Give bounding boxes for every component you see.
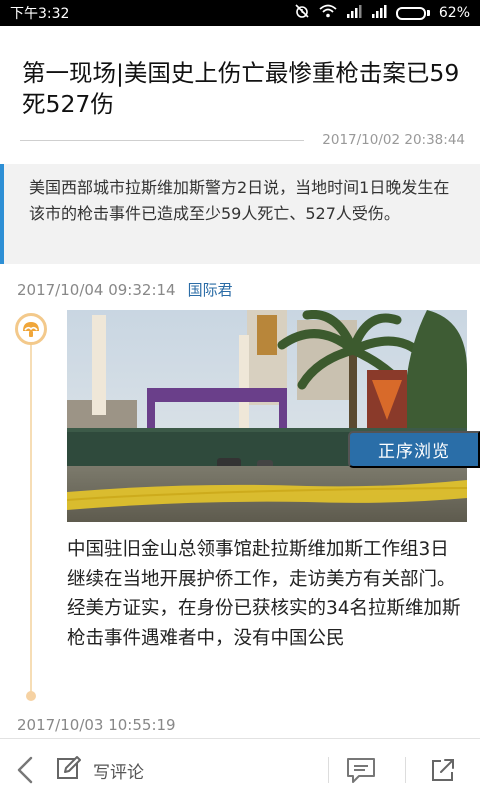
news-photo[interactable] [67,310,467,522]
article-title: 第一现场|美国史上伤亡最惨重枪击案已59死527伤 [22,59,460,118]
entry-author-link[interactable]: 国际君 [188,281,233,299]
pencil-icon [55,754,83,786]
entry-time: 2017/10/03 10:55:19 [17,716,176,734]
status-time: 下午3:32 [10,6,70,22]
entry-time: 2017/10/04 09:32:14 [17,281,176,299]
article-timestamp: 2017/10/02 20:38:44 [322,132,465,148]
comment-icon[interactable] [342,755,380,785]
signal-icon [346,4,362,22]
share-icon[interactable] [425,753,461,787]
title-divider [20,140,304,141]
status-bar: 下午3:32 62% [0,0,480,26]
write-comment-label: 写评论 [93,762,144,783]
battery-percent: 62% [438,5,470,21]
order-toggle-button[interactable]: 正序浏览 [348,431,480,468]
toolbar-divider [405,757,406,783]
news-badge-icon [15,313,47,345]
status-icons: 62% [294,3,470,23]
chevron-left-icon[interactable] [8,749,42,791]
article-summary: 美国西部城市拉斯维加斯警方2日说，当地时间1日晚发生在该市的枪击事件已造成至少5… [0,164,480,264]
timeline-end-dot [26,691,36,701]
wifi-icon [319,4,337,22]
battery-icon [395,6,430,20]
alarm-muted-icon [294,3,310,23]
entry-text: 中国驻旧金山总领事馆赴拉斯维加斯工作组3日继续在当地开展护侨工作，走访美方有关部… [67,539,461,649]
bottom-toolbar: 写评论 [0,738,480,800]
timeline-line [30,316,32,696]
entry-meta: 2017/10/04 09:32:14 国际君 [17,279,233,300]
write-comment-button[interactable]: 写评论 [55,753,144,787]
signal-icon [371,4,387,22]
toolbar-divider [328,757,329,783]
